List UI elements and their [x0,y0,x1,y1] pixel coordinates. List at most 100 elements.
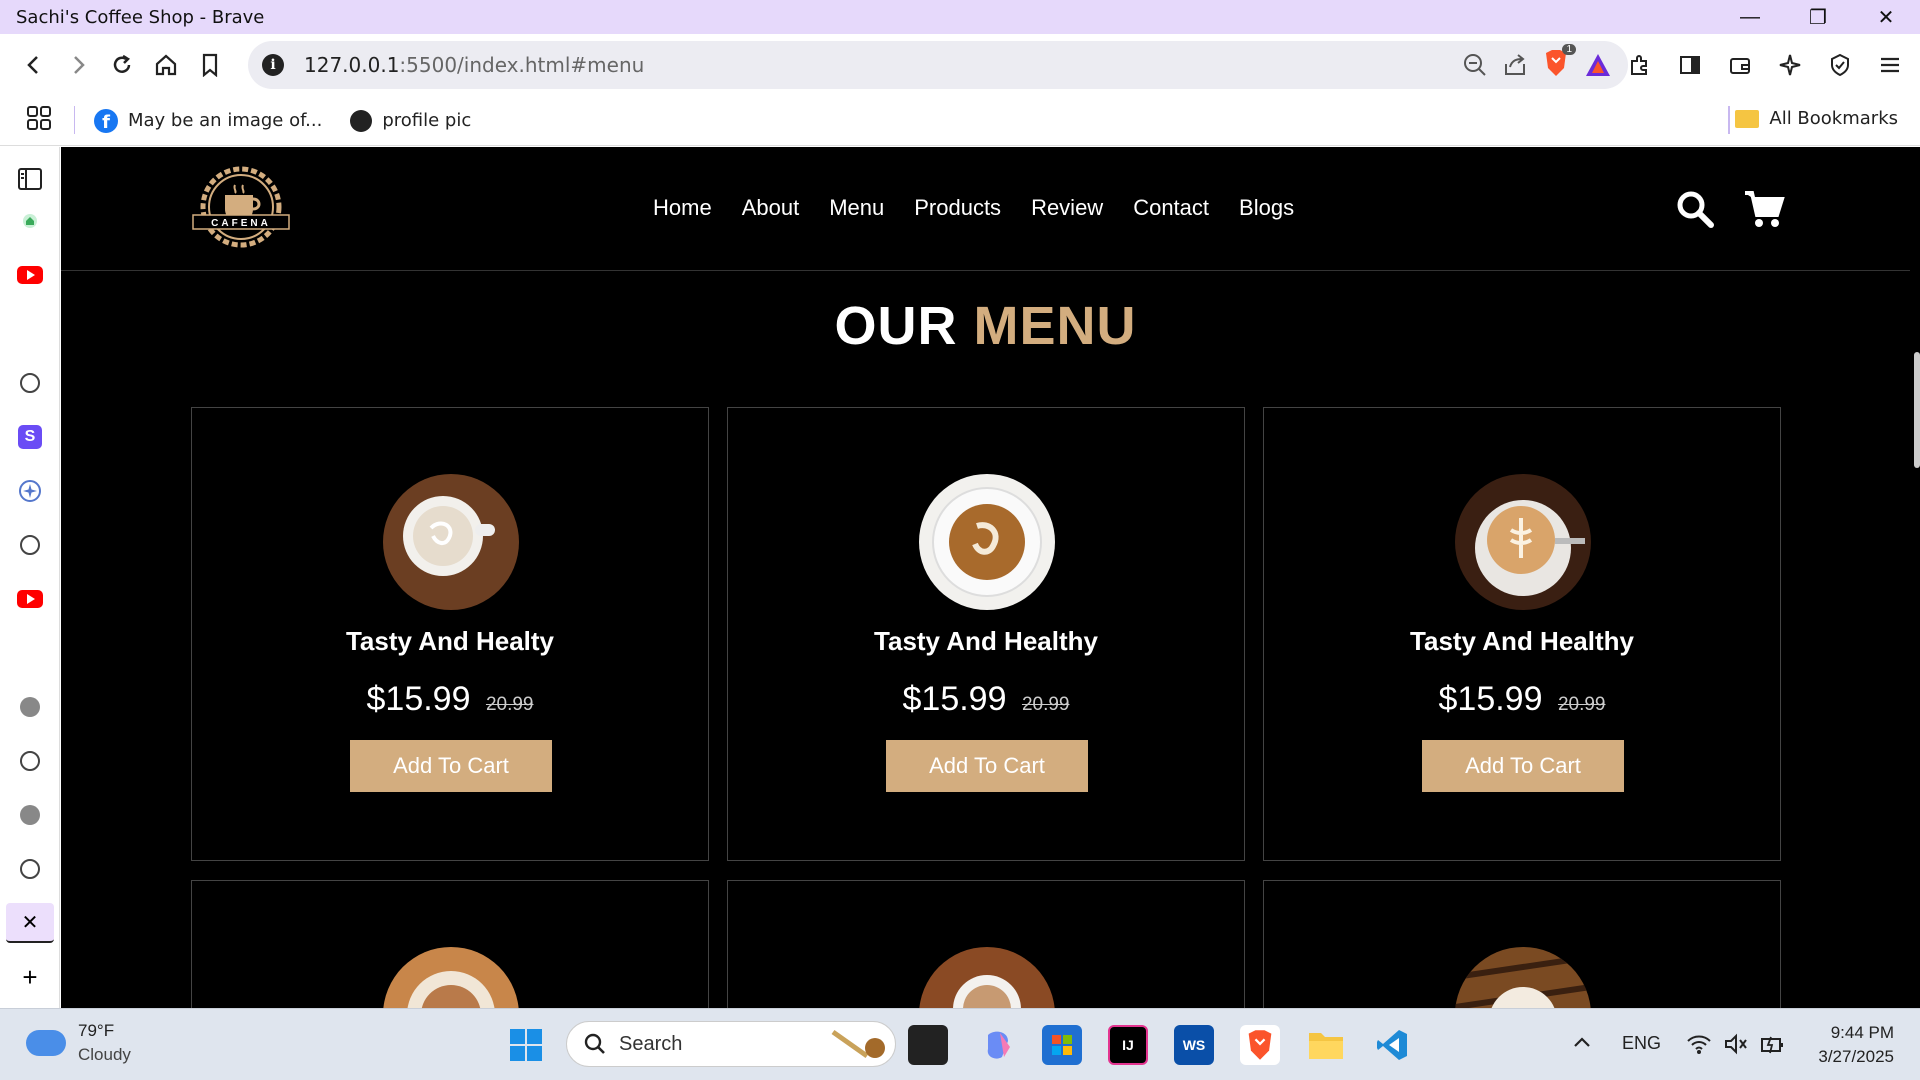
nav-link-menu[interactable]: Menu [829,195,884,221]
browser-toolbar: i 127.0.0.1:5500/index.html#menu 1 [0,34,1920,96]
green-home-icon [23,214,37,228]
add-to-cart-button[interactable]: Add To Cart [1422,740,1624,792]
brand-name: CAFENA [211,218,271,229]
weather-widget[interactable]: 79°F Cloudy [26,1021,131,1065]
leo-ai-button[interactable] [1768,43,1812,87]
all-bookmarks-button[interactable]: All Bookmarks [1735,108,1898,129]
home-button[interactable] [144,43,188,87]
sidebar-item-home[interactable] [12,203,48,239]
system-clock[interactable]: 9:44 PM 3/27/2025 [1818,1021,1894,1069]
url-text[interactable]: 127.0.0.1:5500/index.html#menu [304,53,1462,77]
sidebar-item-chatgpt[interactable] [12,365,48,401]
zoom-out-icon[interactable] [1462,52,1488,78]
sidebar-item-gemini[interactable] [12,473,48,509]
sidebar-item-web[interactable] [12,689,48,725]
home-icon [155,54,177,76]
sidebar-item-chatgpt[interactable] [12,851,48,887]
back-button[interactable] [12,43,56,87]
sidebar-item-s-app[interactable]: S [12,419,48,455]
sidebar-panel-button[interactable] [12,161,48,197]
bookmark-button[interactable] [188,43,232,87]
nav-link-review[interactable]: Review [1031,195,1103,221]
copilot-button[interactable] [978,1025,1018,1065]
nav-link-home[interactable]: Home [653,195,712,221]
sidebar-item-chatgpt[interactable] [12,527,48,563]
sidebar-item-youtube[interactable] [12,257,48,293]
add-to-cart-button[interactable]: Add To Cart [350,740,552,792]
address-bar[interactable]: i 127.0.0.1:5500/index.html#menu 1 [248,41,1628,89]
plus-icon: + [22,961,38,992]
sidebar-close-button[interactable]: ✕ [6,903,54,943]
minimize-button[interactable]: — [1716,0,1784,34]
bookmark-label: May be an image of... [128,110,323,131]
reload-button[interactable] [100,43,144,87]
main-menu-button[interactable] [1868,43,1912,87]
globe-icon [20,805,40,825]
restore-button[interactable]: ❐ [1784,0,1852,34]
search-icon[interactable] [1675,189,1715,229]
clock-time: 9:44 PM [1830,1023,1894,1042]
sidebar-item-web[interactable] [12,797,48,833]
bookmark-item[interactable]: f May be an image of... [94,108,323,133]
cafena-logo[interactable]: CAFENA [191,165,291,249]
brave-rewards-icon[interactable] [1584,52,1612,78]
nav-link-products[interactable]: Products [914,195,1001,221]
start-button[interactable] [506,1025,546,1065]
coffee-image [919,474,1055,610]
current-price: $15.99 [366,680,471,718]
task-view-button[interactable] [908,1025,948,1065]
menu-card: Tasty And Healthy $15.99 20.99 Add To Ca… [1263,407,1781,861]
microsoft-store-button[interactable] [1042,1025,1082,1065]
intellij-button[interactable]: IJ [1108,1025,1148,1065]
wallet-button[interactable] [1718,43,1762,87]
show-hidden-icons-button[interactable] [1572,1033,1592,1054]
cloud-icon [26,1030,66,1056]
globe-icon [350,109,373,132]
bookmarks-separator [74,106,75,134]
chatgpt-icon [20,535,40,555]
sidebar-item-chatgpt[interactable] [12,743,48,779]
search-placeholder: Search [619,1032,683,1055]
nav-link-about[interactable]: About [742,195,800,221]
forward-button[interactable] [56,43,100,87]
browser-sidebar: S ✕ + [0,147,60,1008]
coffee-image [1455,474,1591,610]
item-name: Tasty And Healthy [1410,626,1634,656]
sidebar-item-youtube[interactable] [12,581,48,617]
all-bookmarks-label: All Bookmarks [1769,108,1898,129]
vscode-icon [1377,1030,1407,1060]
search-icon [584,1033,605,1054]
cart-icon[interactable] [1743,189,1785,229]
webstorm-button[interactable]: WS [1174,1025,1214,1065]
globe-icon [20,697,40,717]
vscode-button[interactable] [1372,1025,1412,1065]
apps-grid-icon[interactable] [26,105,52,136]
share-icon[interactable] [1502,52,1528,78]
sidebar-add-button[interactable]: + [12,959,48,995]
file-explorer-button[interactable] [1306,1025,1346,1065]
chatgpt-icon [20,859,40,879]
close-window-button[interactable]: ✕ [1852,0,1920,34]
vpn-button[interactable] [1818,43,1862,87]
wifi-icon [1687,1035,1711,1054]
brave-shields-button[interactable]: 1 [1542,43,1576,83]
webstorm-icon: WS [1182,1037,1206,1053]
add-to-cart-button[interactable]: Add To Cart [886,740,1088,792]
brave-taskbar-button[interactable] [1240,1025,1280,1065]
taskbar-search[interactable]: Search [566,1021,896,1067]
bookmark-item[interactable]: profile pic [350,109,471,132]
extensions-button[interactable] [1618,43,1662,87]
language-indicator[interactable]: ENG [1622,1033,1661,1054]
site-info-icon[interactable]: i [262,54,284,76]
weather-condition: Cloudy [78,1045,131,1064]
section-heading: OUR MENU [61,295,1910,357]
page-scrollbar[interactable] [1914,352,1920,468]
sidebar-toggle-button[interactable] [1668,43,1712,87]
reload-icon [113,54,131,73]
intellij-icon: IJ [1122,1037,1134,1053]
nav-link-contact[interactable]: Contact [1133,195,1209,221]
item-name: Tasty And Healty [345,626,555,656]
system-tray-icons[interactable] [1686,1033,1786,1055]
nav-link-blogs[interactable]: Blogs [1239,195,1294,221]
item-price: $15.99 20.99 [728,680,1244,719]
